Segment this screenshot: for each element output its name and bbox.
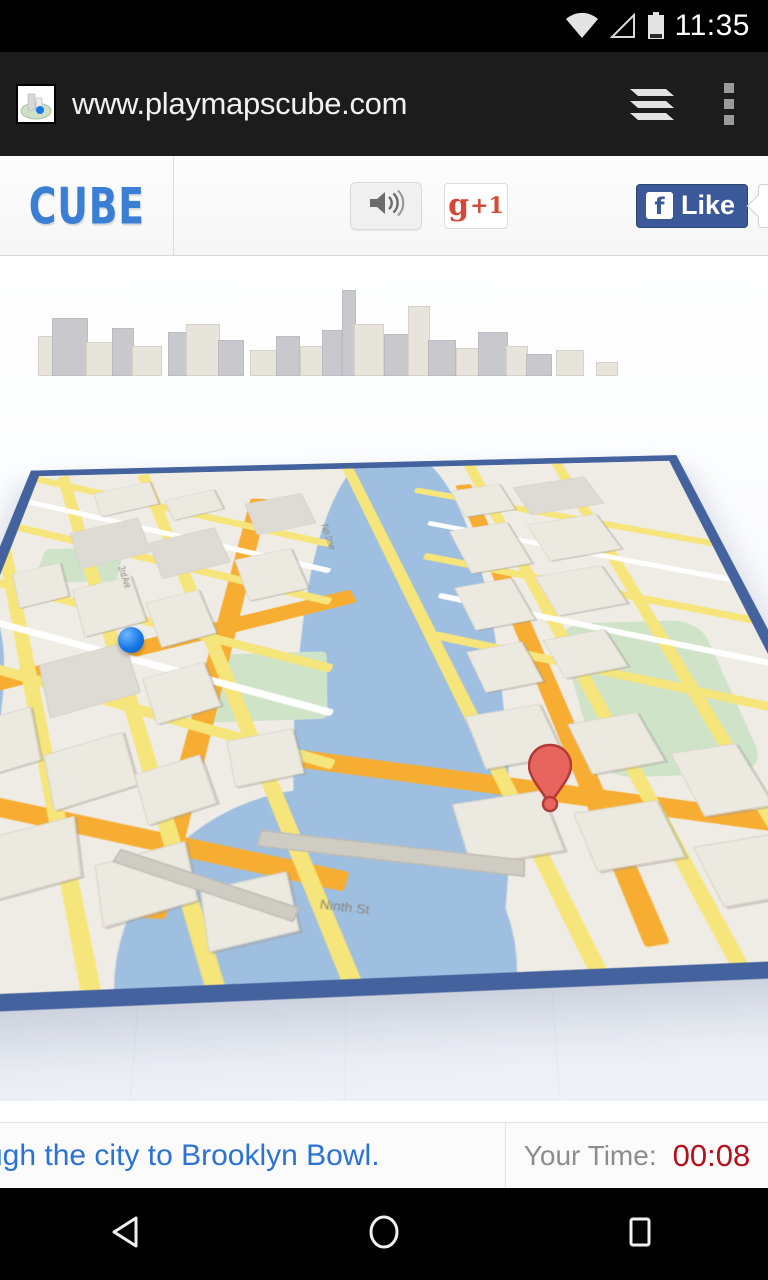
destination-pin — [527, 743, 573, 826]
cellular-signal-icon — [609, 13, 637, 39]
sound-icon — [366, 188, 406, 223]
game-canvas[interactable]: Fish Drive 2nd Ave Ninth St — [0, 256, 768, 1101]
player-ball — [118, 627, 144, 653]
menu-dot — [724, 83, 734, 93]
recents-square-icon — [618, 1210, 662, 1259]
status-bar-clock: 11:35 — [674, 9, 750, 42]
gplus-plus-label: +1 — [470, 192, 504, 219]
web-page: CUBE g +1 f Like Fish Drive 2nd Ave Nint… — [0, 156, 768, 1188]
home-button[interactable] — [324, 1188, 444, 1280]
building — [43, 731, 138, 812]
mission-text: ugh the city to Brooklyn Bowl. — [0, 1138, 380, 1172]
menu-dot — [724, 99, 734, 109]
facebook-like-count: 2 — [758, 183, 768, 228]
tab-stack-icon[interactable] — [626, 81, 678, 127]
map-cube-face[interactable]: Fish Drive 2nd Ave Ninth St — [0, 455, 768, 1020]
facebook-like-widget: f Like 2 — [635, 183, 768, 228]
game-info-bar: ugh the city to Brooklyn Bowl. Your Time… — [0, 1122, 768, 1188]
wifi-icon — [565, 13, 599, 39]
site-header: CUBE g +1 f Like — [0, 156, 768, 256]
site-favicon — [16, 84, 56, 124]
header-controls: g +1 f Like 2 — [174, 181, 768, 230]
back-triangle-icon — [106, 1210, 150, 1259]
recents-button[interactable] — [580, 1188, 700, 1280]
building — [93, 481, 160, 517]
google-plus-one-button[interactable]: g +1 — [444, 182, 508, 229]
map-surface: Fish Drive 2nd Ave Ninth St — [0, 460, 768, 1001]
harbor-water — [0, 591, 19, 1001]
site-logo-text: CUBE — [28, 176, 145, 235]
status-bar: 11:35 — [0, 0, 768, 52]
timer-value: 00:08 — [672, 1137, 751, 1173]
android-nav-bar — [0, 1188, 768, 1280]
home-circle-icon — [362, 1210, 406, 1259]
back-button[interactable] — [68, 1188, 188, 1280]
battery-icon — [647, 12, 665, 40]
timer-label: Your Time: — [523, 1139, 657, 1171]
timer-panel: Your Time: 00:08 — [506, 1123, 768, 1188]
android-screen: 11:35 www.playmapscube.com CUBE g +1 f L… — [0, 0, 768, 1280]
facebook-like-label: Like — [680, 190, 735, 220]
facebook-like-button[interactable]: f Like — [635, 183, 748, 228]
browser-toolbar: www.playmapscube.com — [0, 52, 768, 156]
map-cube[interactable]: Fish Drive 2nd Ave Ninth St — [0, 290, 768, 1020]
url-text[interactable]: www.playmapscube.com — [72, 86, 626, 122]
sound-toggle-button[interactable] — [350, 181, 422, 230]
facebook-icon: f — [645, 192, 673, 219]
site-logo[interactable]: CUBE — [0, 156, 174, 255]
menu-dot — [724, 115, 734, 125]
overflow-menu-icon[interactable] — [712, 78, 746, 130]
gplus-g-label: g — [448, 187, 470, 223]
mission-panel: ugh the city to Brooklyn Bowl. — [0, 1123, 506, 1188]
